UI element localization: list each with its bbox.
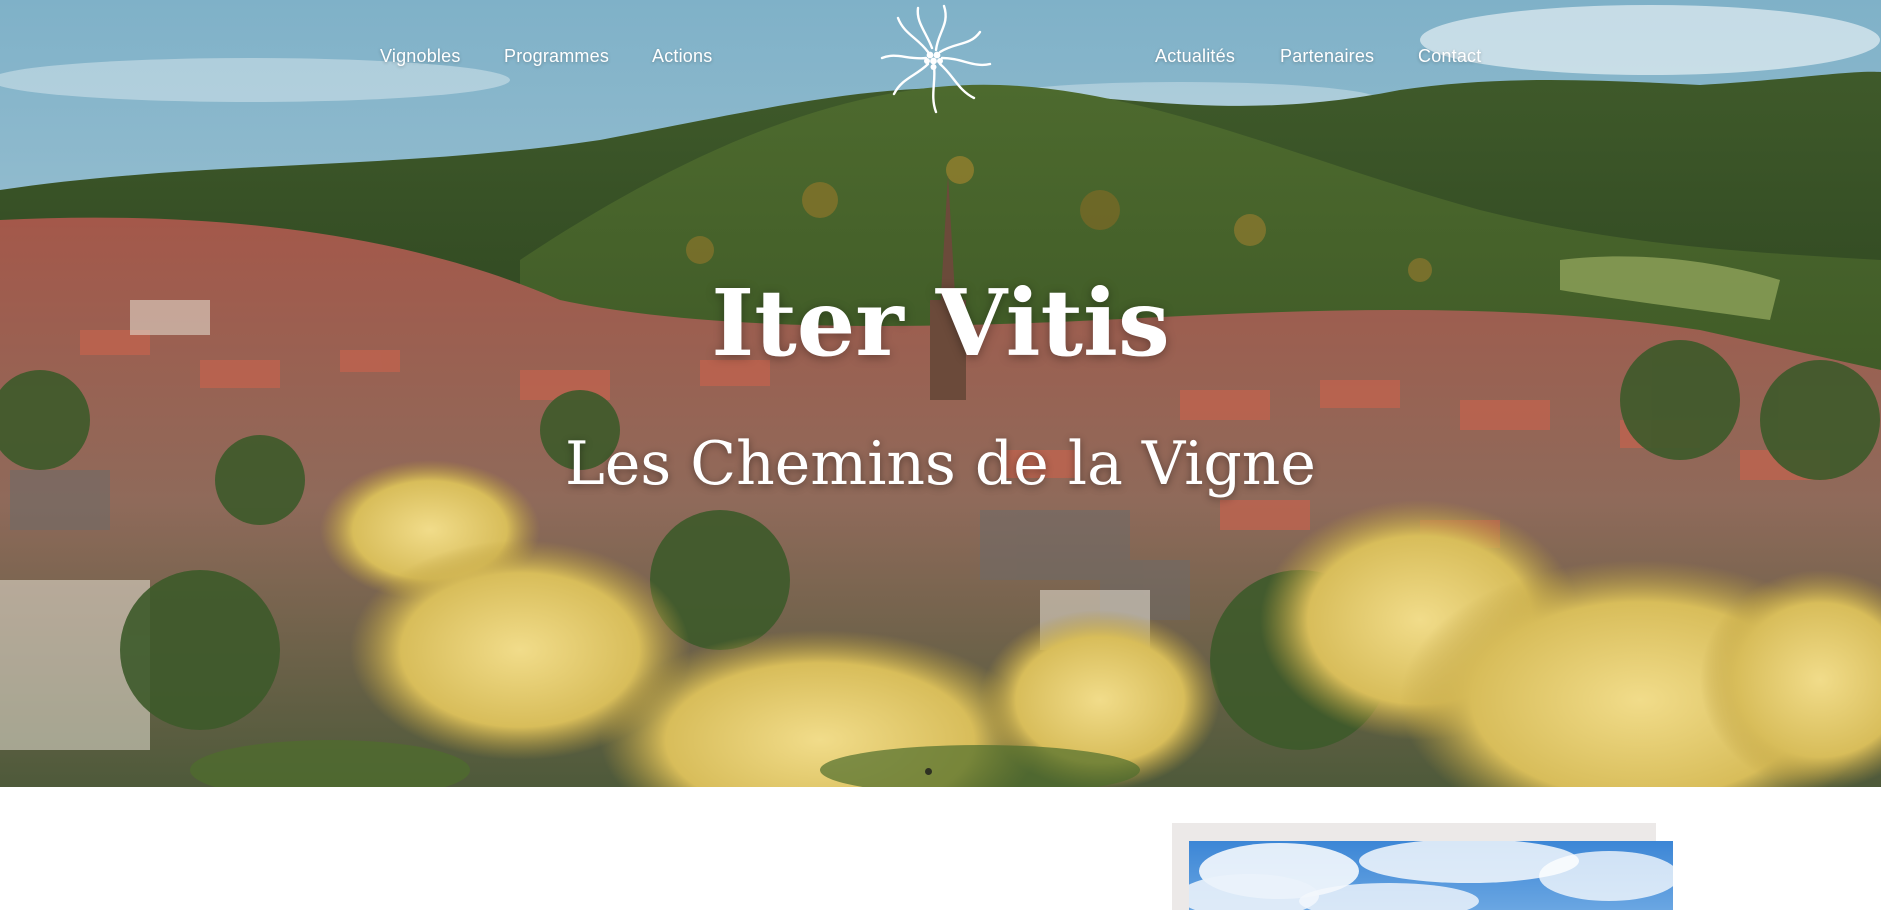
nav-link-actions[interactable]: Actions — [652, 46, 712, 67]
content-section — [0, 787, 1881, 910]
sun-grape-logo-icon[interactable] — [878, 2, 994, 114]
nav-link-contact[interactable]: Contact — [1418, 46, 1481, 67]
slider-dot-indicator[interactable] — [925, 768, 932, 775]
hero-background-image — [0, 0, 1881, 787]
hero-banner: Vignobles Programmes Actions Actualités … — [0, 0, 1881, 787]
nav-link-partenaires[interactable]: Partenaires — [1280, 46, 1374, 67]
nav-link-programmes[interactable]: Programmes — [504, 46, 609, 67]
hero-title: Iter Vitis — [711, 269, 1170, 377]
nav-link-vignobles[interactable]: Vignobles — [380, 46, 461, 67]
hero-subtitle: Les Chemins de la Vigne — [565, 429, 1316, 499]
nav-link-actualites[interactable]: Actualités — [1155, 46, 1235, 67]
card-image — [1189, 841, 1673, 910]
